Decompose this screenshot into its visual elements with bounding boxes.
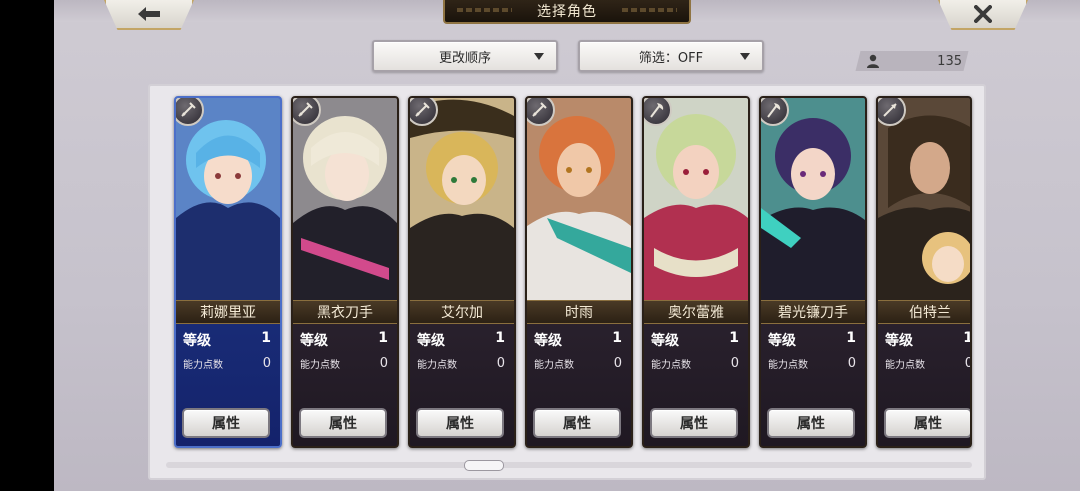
horizontal-scrollbar-track[interactable]	[166, 462, 972, 468]
level-label: 等级	[885, 333, 913, 349]
attribute-button[interactable]: 属性	[416, 408, 504, 438]
level-label: 等级	[300, 333, 328, 349]
filter-label: 筛选：OFF	[638, 50, 704, 66]
level-value: 1	[729, 330, 739, 346]
ability-points-row: 能力点数 0	[885, 356, 970, 371]
attribute-button[interactable]: 属性	[884, 408, 970, 438]
ability-points-row: 能力点数 0	[300, 356, 388, 371]
title-ornament-left	[457, 8, 512, 12]
attribute-button[interactable]: 属性	[767, 408, 855, 438]
character-stats: 等级 1 能力点数 0 属性	[410, 324, 514, 446]
character-portrait	[410, 98, 514, 300]
level-label: 等级	[183, 333, 211, 349]
ability-points-value: 0	[965, 356, 970, 371]
level-row: 等级 1	[183, 330, 271, 350]
person-icon	[867, 54, 879, 68]
level-label: 等级	[534, 333, 562, 349]
character-card[interactable]: 莉娜里亚 等级 1 能力点数 0 属性	[174, 96, 282, 448]
ability-points-row: 能力点数 0	[768, 356, 856, 371]
ability-points-label: 能力点数	[768, 360, 808, 371]
level-row: 等级 1	[885, 330, 970, 350]
character-card[interactable]: 碧光镰刀手 等级 1 能力点数 0 属性	[759, 96, 867, 448]
level-value: 1	[261, 330, 271, 346]
ability-points-label: 能力点数	[651, 360, 691, 371]
ability-points-label: 能力点数	[417, 360, 457, 371]
character-portrait	[176, 98, 280, 300]
character-count-value: 135	[937, 53, 962, 69]
ability-points-value: 0	[613, 356, 622, 371]
title-bar: 选择角色	[443, 0, 691, 24]
character-portrait	[293, 98, 397, 300]
level-row: 等级 1	[534, 330, 622, 350]
sort-order-dropdown[interactable]: 更改顺序	[372, 40, 558, 72]
character-card[interactable]: 艾尔加 等级 1 能力点数 0 属性	[408, 96, 516, 448]
character-stats: 等级 1 能力点数 0 属性	[644, 324, 748, 446]
character-stats: 等级 1 能力点数 0 属性	[878, 324, 970, 446]
character-stats: 等级 1 能力点数 0 属性	[293, 324, 397, 446]
level-value: 1	[378, 330, 388, 346]
character-stats: 等级 1 能力点数 0 属性	[527, 324, 631, 446]
ability-points-row: 能力点数 0	[183, 356, 271, 371]
level-row: 等级 1	[768, 330, 856, 350]
character-portrait	[644, 98, 748, 300]
character-portrait	[527, 98, 631, 300]
level-row: 等级 1	[651, 330, 739, 350]
ability-points-value: 0	[496, 356, 505, 371]
title-ornament-right	[622, 8, 677, 12]
ability-points-value: 0	[730, 356, 739, 371]
level-label: 等级	[651, 333, 679, 349]
level-value: 1	[846, 330, 856, 346]
sort-order-label: 更改顺序	[438, 50, 491, 66]
character-stats: 等级 1 能力点数 0 属性	[761, 324, 865, 446]
level-value: 1	[963, 330, 970, 350]
page-title: 选择角色	[537, 4, 597, 20]
ability-points-value: 0	[847, 356, 856, 371]
ability-points-row: 能力点数 0	[417, 356, 505, 371]
character-name: 艾尔加	[410, 300, 514, 324]
chevron-down-icon	[534, 53, 544, 60]
character-count: 135	[866, 51, 962, 71]
ability-points-row: 能力点数 0	[534, 356, 622, 371]
back-button[interactable]	[104, 0, 194, 30]
ability-points-value: 0	[379, 356, 388, 371]
attribute-button[interactable]: 属性	[533, 408, 621, 438]
level-value: 1	[612, 330, 622, 346]
character-name: 奥尔蕾雅	[644, 300, 748, 324]
ability-points-row: 能力点数 0	[651, 356, 739, 371]
horizontal-scrollbar-thumb[interactable]	[464, 460, 504, 471]
attribute-button[interactable]: 属性	[650, 408, 738, 438]
character-name: 莉娜里亚	[176, 300, 280, 324]
character-card[interactable]: 黑衣刀手 等级 1 能力点数 0 属性	[291, 96, 399, 448]
ability-points-value: 0	[262, 356, 271, 371]
ability-points-label: 能力点数	[300, 360, 340, 371]
ability-points-label: 能力点数	[885, 360, 925, 371]
character-select-screen: 选择角色 更改顺序 筛选：OFF 135 莉娜里亚 等级 1 能力点数 0 属性…	[54, 0, 1080, 491]
ability-points-label: 能力点数	[534, 360, 574, 371]
character-portrait	[761, 98, 865, 300]
close-button[interactable]	[938, 0, 1028, 30]
character-card[interactable]: 时雨 等级 1 能力点数 0 属性	[525, 96, 633, 448]
attribute-button[interactable]: 属性	[299, 408, 387, 438]
level-value: 1	[495, 330, 505, 346]
character-name: 黑衣刀手	[293, 300, 397, 324]
chevron-down-icon	[740, 53, 750, 60]
character-stats: 等级 1 能力点数 0 属性	[176, 324, 280, 446]
character-portrait	[878, 98, 970, 300]
character-name: 伯特兰	[878, 300, 970, 324]
character-name: 时雨	[527, 300, 631, 324]
level-label: 等级	[417, 333, 445, 349]
level-row: 等级 1	[417, 330, 505, 350]
character-name: 碧光镰刀手	[761, 300, 865, 324]
character-card[interactable]: 奥尔蕾雅 等级 1 能力点数 0 属性	[642, 96, 750, 448]
ability-points-label: 能力点数	[183, 360, 223, 371]
level-label: 等级	[768, 333, 796, 349]
level-row: 等级 1	[300, 330, 388, 350]
attribute-button[interactable]: 属性	[182, 408, 270, 438]
character-card[interactable]: 伯特兰 等级 1 能力点数 0 属性	[876, 96, 972, 448]
back-arrow-icon	[138, 7, 160, 21]
close-icon	[974, 5, 992, 23]
filter-dropdown[interactable]: 筛选：OFF	[578, 40, 764, 72]
